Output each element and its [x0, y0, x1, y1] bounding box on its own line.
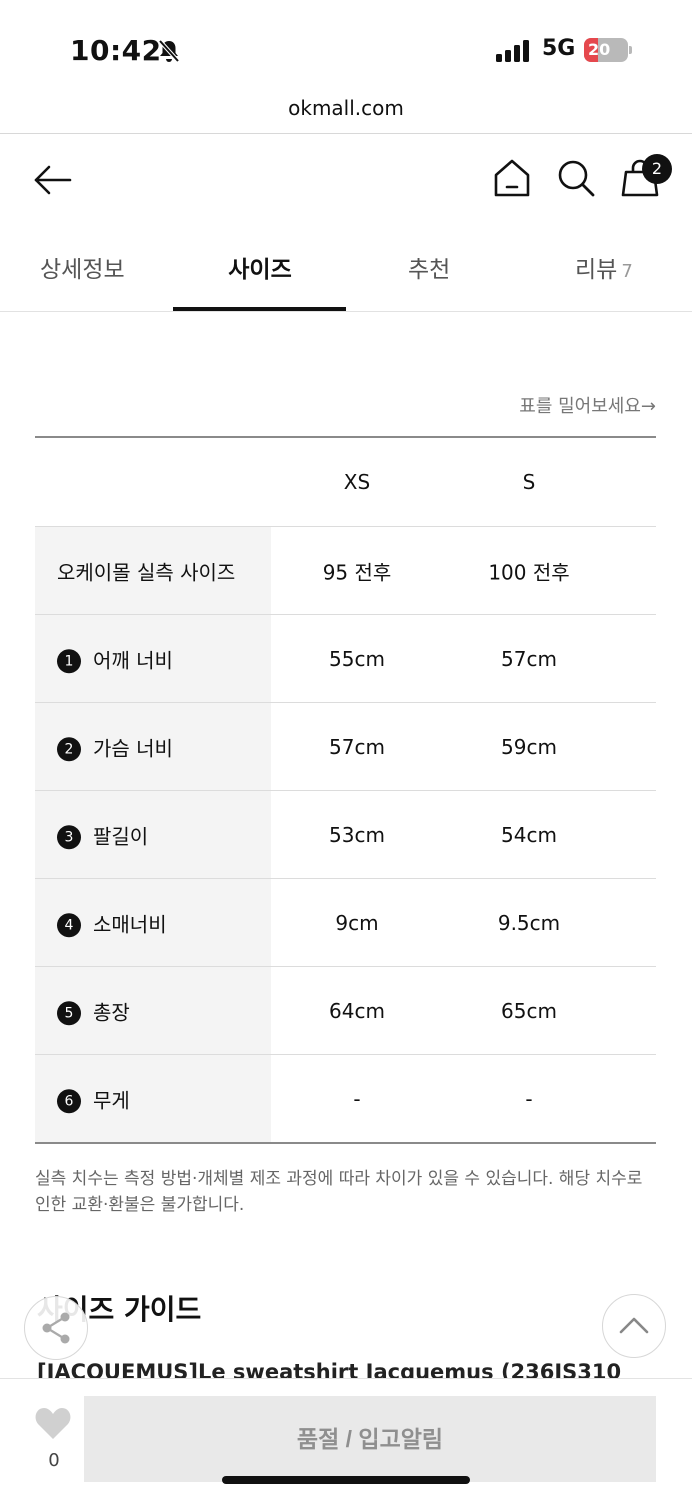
table-row: 오케이몰 실측 사이즈 95 전후 100 전후 [35, 527, 656, 615]
tab-review[interactable]: 리뷰 7 [575, 250, 633, 284]
review-count: 7 [621, 261, 633, 282]
search-icon[interactable] [554, 156, 598, 200]
tab-detail-info[interactable]: 상세정보 [40, 250, 125, 284]
home-indicator [222, 1476, 470, 1484]
row-label: 6 무게 [57, 1084, 130, 1114]
row-label-cell: 1 어깨 너비 [35, 615, 271, 702]
row-label-cell: 3 팔길이 [35, 791, 271, 878]
table-row: 6 무게 - - [35, 1055, 656, 1143]
signal-icon [496, 40, 529, 62]
heart-icon[interactable] [34, 1406, 72, 1440]
row-label-text: 무게 [93, 1087, 130, 1112]
table-row: 5 총장 64cm 65cm [35, 967, 656, 1055]
measure-number-badge: 2 [57, 737, 81, 762]
table-row: 4 소매너비 9cm 9.5cm [35, 879, 656, 967]
battery-level: 20 [588, 40, 611, 59]
table-cell: 64cm [329, 998, 385, 1023]
like-count: 0 [48, 1450, 60, 1471]
product-name: [JACQUEMUS]Le sweatshirt Jacquemus (236J… [37, 1360, 622, 1380]
table-cell: 54cm [501, 822, 557, 847]
share-button[interactable] [24, 1296, 88, 1360]
table-cell: 59cm [501, 734, 557, 759]
measure-number-badge: 3 [57, 825, 81, 850]
battery-icon: 20 [584, 38, 632, 64]
row-label-cell: 2 가슴 너비 [35, 703, 271, 790]
row-label-text: 어깨 너비 [93, 647, 173, 672]
tab-recommend[interactable]: 추천 [408, 250, 450, 284]
tab-label: 사이즈 [228, 257, 292, 283]
home-icon[interactable] [490, 156, 534, 200]
row-label: 5 총장 [57, 996, 130, 1026]
table-cell: 55cm [329, 646, 385, 671]
table-header-row: XS S [35, 438, 656, 527]
row-label-cell: 4 소매너비 [35, 879, 271, 966]
back-arrow-icon[interactable] [30, 158, 74, 202]
table-cell: 100 전후 [488, 560, 570, 584]
measure-number-badge: 5 [57, 1001, 81, 1026]
browser-url[interactable]: okmall.com [0, 96, 692, 120]
chevron-up-icon [619, 1317, 649, 1334]
row-label-text: 총장 [93, 999, 130, 1024]
table-cell: - [525, 1086, 533, 1111]
tab-size[interactable]: 사이즈 [174, 250, 346, 284]
table-cell: 57cm [501, 646, 557, 671]
tab-label: 리뷰 [575, 257, 618, 283]
button-label: 품절 / 입고알림 [296, 1426, 444, 1452]
row-label: 4 소매너비 [57, 908, 167, 938]
bell-muted-icon [158, 39, 180, 63]
share-icon [42, 1312, 70, 1344]
table-row: 1 어깨 너비 55cm 57cm [35, 615, 656, 703]
row-label-text: 팔길이 [93, 823, 149, 848]
table-cell: 9cm [335, 910, 379, 935]
table-cell: 53cm [329, 822, 385, 847]
row-label: 오케이몰 실측 사이즈 [57, 556, 235, 585]
network-type: 5G [542, 36, 576, 61]
tab-label: 추천 [408, 257, 451, 283]
row-label-text: 가슴 너비 [93, 735, 173, 760]
table-cell: - [353, 1086, 361, 1111]
soldout-restock-alert-button[interactable]: 품절 / 입고알림 [84, 1396, 656, 1482]
measure-number-badge: 6 [57, 1089, 81, 1114]
row-label-cell: 6 무게 [35, 1055, 271, 1142]
cart-count-badge: 2 [642, 154, 672, 184]
divider [0, 311, 692, 312]
table-bottom-rule [35, 1142, 656, 1144]
row-label-cell: 5 총장 [35, 967, 271, 1054]
row-label-text: 소매너비 [93, 911, 167, 936]
row-label: 2 가슴 너비 [57, 732, 173, 762]
scroll-table-hint: 표를 밀어보세요→ [519, 396, 656, 417]
divider [0, 133, 692, 134]
table-cell: 57cm [329, 734, 385, 759]
measure-number-badge: 4 [57, 913, 81, 938]
tab-label: 상세정보 [40, 257, 125, 283]
status-time: 10:42 [70, 34, 162, 67]
column-header: S [522, 470, 536, 494]
table-cell: 65cm [501, 998, 557, 1023]
table-row: 3 팔길이 53cm 54cm [35, 791, 656, 879]
measurement-disclaimer: 실측 치수는 측정 방법·개체별 제조 과정에 따라 차이가 있을 수 있습니다… [35, 1169, 643, 1215]
table-cell: 95 전후 [322, 560, 392, 584]
measure-number-badge: 1 [57, 649, 81, 674]
table-row: 2 가슴 너비 57cm 59cm [35, 703, 656, 791]
table-cell: 9.5cm [497, 910, 561, 935]
column-header: XS [343, 470, 371, 494]
scroll-to-top-button[interactable] [602, 1294, 666, 1358]
row-label: 1 어깨 너비 [57, 644, 173, 674]
row-label-cell: 오케이몰 실측 사이즈 [35, 527, 271, 614]
row-label-text: 오케이몰 실측 사이즈 [57, 560, 236, 584]
row-label: 3 팔길이 [57, 820, 148, 850]
